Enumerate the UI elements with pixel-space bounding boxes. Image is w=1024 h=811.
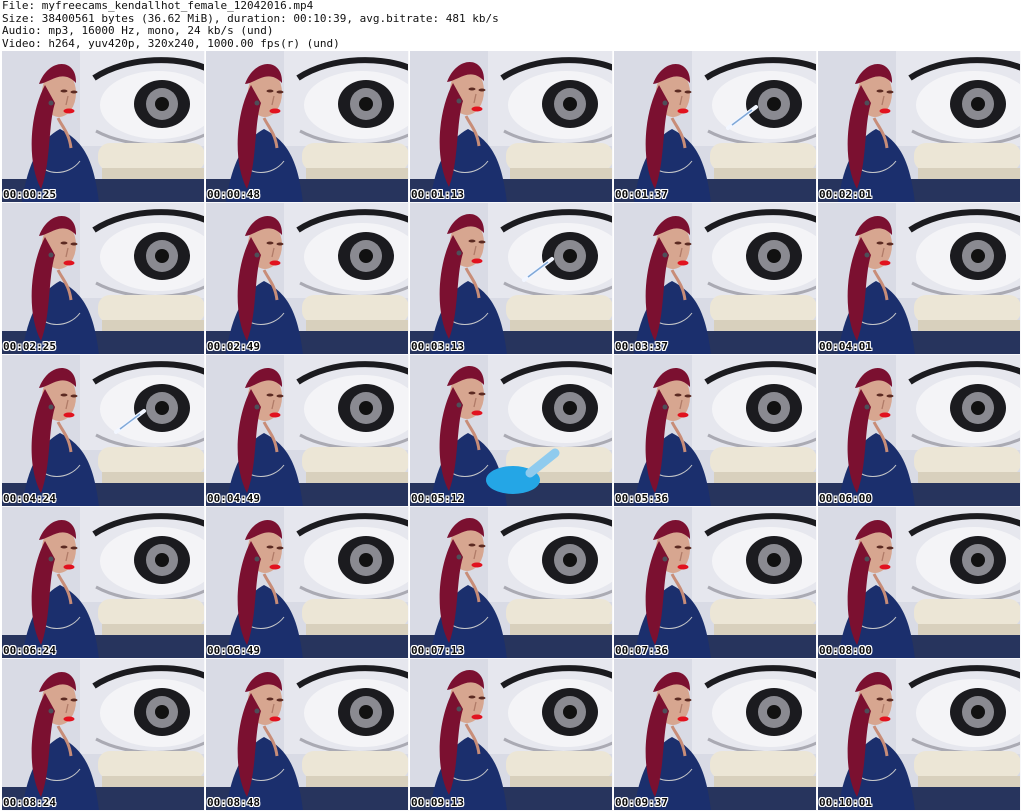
webcam-frame-image bbox=[206, 507, 408, 658]
video-thumbnail: 00:05:12 bbox=[410, 355, 613, 507]
webcam-frame-image bbox=[614, 355, 816, 506]
thumbnail-timestamp: 00:03:13 bbox=[411, 340, 464, 353]
thumbnail-timestamp: 00:01:13 bbox=[411, 188, 464, 201]
video-thumbnail: 00:00:48 bbox=[206, 51, 409, 203]
video-thumbnail: 00:02:25 bbox=[2, 203, 205, 355]
webcam-frame-image bbox=[818, 507, 1020, 658]
webcam-frame-image bbox=[818, 203, 1020, 354]
video-thumbnail: 00:01:13 bbox=[410, 51, 613, 203]
thumbnail-timestamp: 00:04:01 bbox=[819, 340, 872, 353]
webcam-frame-image bbox=[818, 659, 1020, 810]
video-thumbnail: 00:06:24 bbox=[2, 507, 205, 659]
video-thumbnail: 00:04:49 bbox=[206, 355, 409, 507]
video-thumbnail: 00:06:49 bbox=[206, 507, 409, 659]
video-thumbnail: 00:08:48 bbox=[206, 659, 409, 811]
video-thumbnail: 00:03:37 bbox=[614, 203, 817, 355]
webcam-frame-image bbox=[614, 203, 816, 354]
video-thumbnail: 00:05:36 bbox=[614, 355, 817, 507]
audio-info-line: Audio: mp3, 16000 Hz, mono, 24 kb/s (und… bbox=[2, 25, 274, 38]
thumbnail-timestamp: 00:05:36 bbox=[615, 492, 668, 505]
thumbnail-timestamp: 00:07:36 bbox=[615, 644, 668, 657]
webcam-frame-image bbox=[410, 355, 612, 506]
webcam-frame-image bbox=[410, 659, 612, 810]
video-thumbnail: 00:04:24 bbox=[2, 355, 205, 507]
file-size-line: Size: 38400561 bytes (36.62 MiB), durati… bbox=[2, 12, 499, 25]
video-thumbnail: 00:09:13 bbox=[410, 659, 613, 811]
thumbnail-timestamp: 00:07:13 bbox=[411, 644, 464, 657]
webcam-frame-image bbox=[410, 507, 612, 658]
webcam-frame-image bbox=[2, 51, 204, 202]
thumbnail-timestamp: 00:08:48 bbox=[207, 796, 260, 809]
webcam-frame-image bbox=[818, 355, 1020, 506]
thumbnail-timestamp: 00:09:37 bbox=[615, 796, 668, 809]
thumbnail-timestamp: 00:00:48 bbox=[207, 188, 260, 201]
webcam-frame-image bbox=[2, 507, 204, 658]
webcam-frame-image bbox=[614, 51, 816, 202]
webcam-frame-image bbox=[614, 659, 816, 810]
thumbnail-timestamp: 00:06:00 bbox=[819, 492, 872, 505]
thumbnail-timestamp: 00:10:01 bbox=[819, 796, 872, 809]
thumbnail-timestamp: 00:08:00 bbox=[819, 644, 872, 657]
thumbnail-timestamp: 00:09:13 bbox=[411, 796, 464, 809]
webcam-frame-image bbox=[206, 659, 408, 810]
video-thumbnail: 00:08:24 bbox=[2, 659, 205, 811]
thumbnail-timestamp: 00:00:25 bbox=[3, 188, 56, 201]
thumbnail-timestamp: 00:02:01 bbox=[819, 188, 872, 201]
video-thumbnail: 00:01:37 bbox=[614, 51, 817, 203]
video-thumbnail: 00:04:01 bbox=[818, 203, 1021, 355]
video-thumbnail: 00:10:01 bbox=[818, 659, 1021, 811]
video-thumbnail: 00:03:13 bbox=[410, 203, 613, 355]
video-thumbnail: 00:09:37 bbox=[614, 659, 817, 811]
webcam-frame-image bbox=[206, 203, 408, 354]
webcam-frame-image bbox=[206, 51, 408, 202]
thumbnail-timestamp: 00:04:49 bbox=[207, 492, 260, 505]
video-thumbnail: 00:00:25 bbox=[2, 51, 205, 203]
thumbnail-timestamp: 00:01:37 bbox=[615, 188, 668, 201]
video-thumbnail: 00:06:00 bbox=[818, 355, 1021, 507]
video-info-line: Video: h264, yuv420p, 320x240, 1000.00 f… bbox=[2, 37, 340, 50]
thumbnail-timestamp: 00:06:24 bbox=[3, 644, 56, 657]
webcam-frame-image bbox=[614, 507, 816, 658]
thumbnail-timestamp: 00:05:12 bbox=[411, 492, 464, 505]
webcam-frame-image bbox=[818, 51, 1020, 202]
webcam-frame-image bbox=[2, 659, 204, 810]
webcam-frame-image bbox=[2, 203, 204, 354]
video-info-header: File: myfreecams_kendallhot_female_12042… bbox=[2, 0, 1022, 50]
thumbnail-timestamp: 00:02:49 bbox=[207, 340, 260, 353]
video-thumbnail: 00:02:49 bbox=[206, 203, 409, 355]
video-thumbnail: 00:02:01 bbox=[818, 51, 1021, 203]
thumbnail-timestamp: 00:04:24 bbox=[3, 492, 56, 505]
thumbnail-timestamp: 00:06:49 bbox=[207, 644, 260, 657]
thumbnail-grid: 00:00:25 00:00:48 00:01:13 00:01:37 00:0… bbox=[2, 51, 1022, 811]
thumbnail-timestamp: 00:08:24 bbox=[3, 796, 56, 809]
file-name-line: File: myfreecams_kendallhot_female_12042… bbox=[2, 0, 314, 12]
webcam-frame-image bbox=[206, 355, 408, 506]
webcam-frame-image bbox=[410, 203, 612, 354]
video-thumbnail: 00:07:13 bbox=[410, 507, 613, 659]
thumbnail-timestamp: 00:03:37 bbox=[615, 340, 668, 353]
thumbnail-timestamp: 00:02:25 bbox=[3, 340, 56, 353]
video-thumbnail: 00:07:36 bbox=[614, 507, 817, 659]
video-thumbnail: 00:08:00 bbox=[818, 507, 1021, 659]
webcam-frame-image bbox=[2, 355, 204, 506]
webcam-frame-image bbox=[410, 51, 612, 202]
